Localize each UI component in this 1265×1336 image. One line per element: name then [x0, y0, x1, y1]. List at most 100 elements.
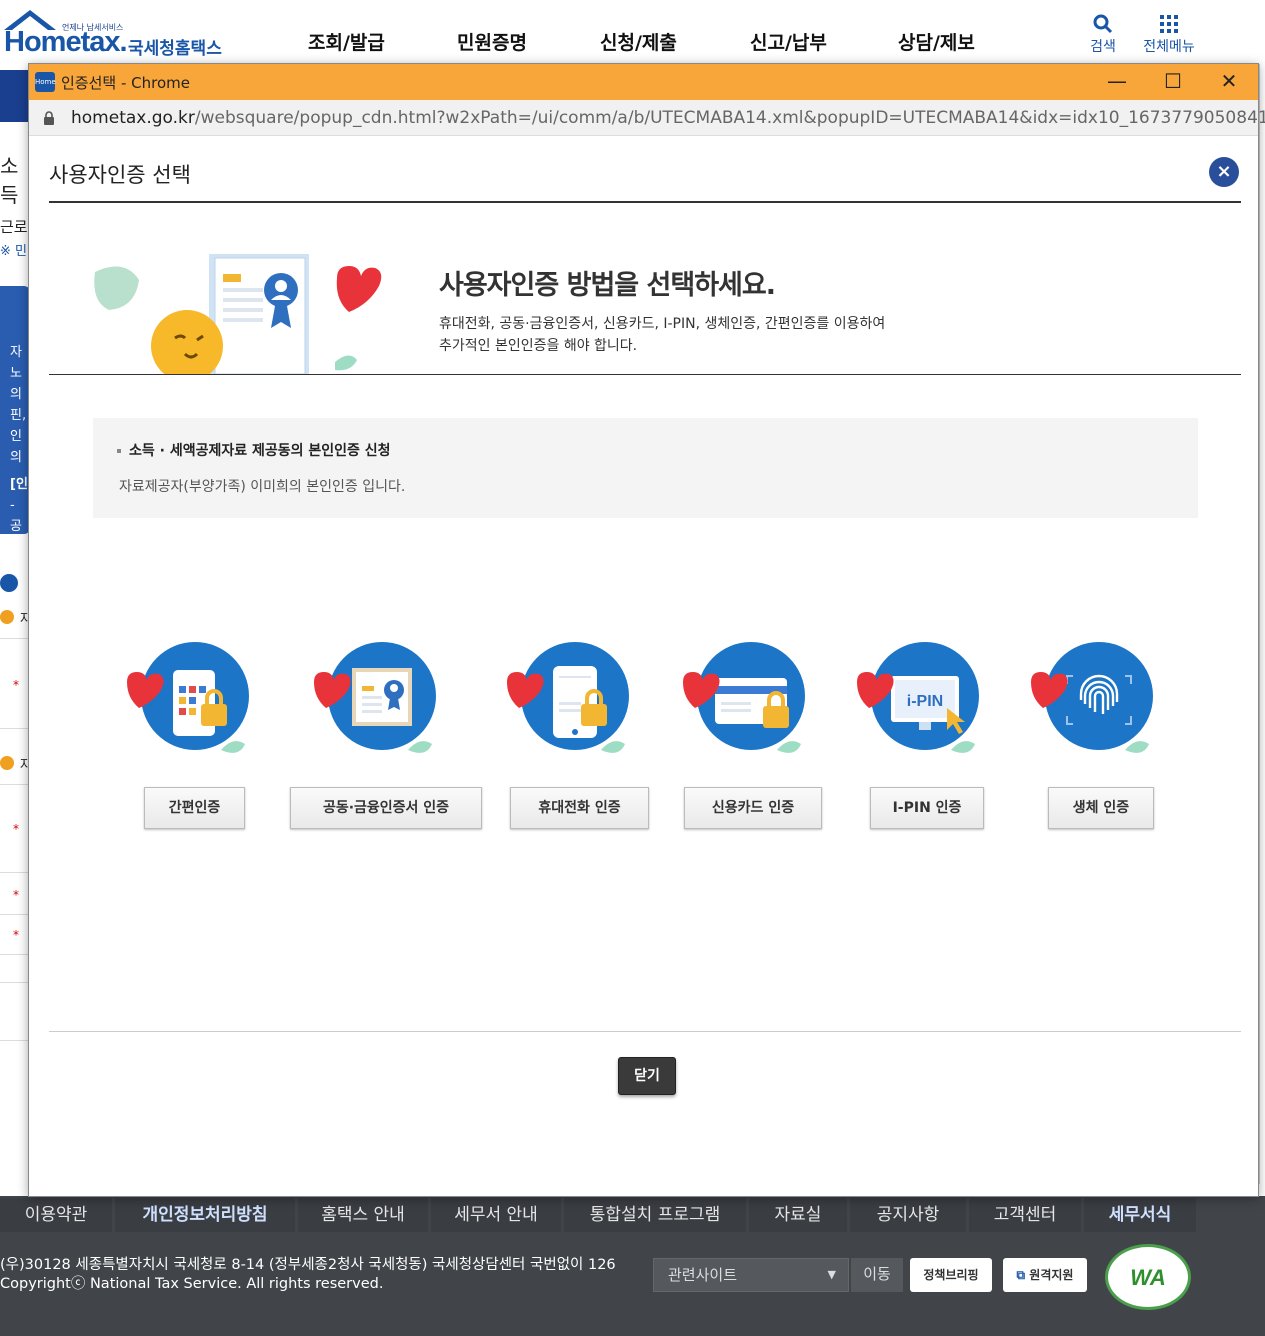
credit-card-lock-icon[interactable]	[681, 642, 811, 754]
info-title-text: 소득 · 세액공제자료 제공동의 본인인증 신청	[129, 443, 391, 459]
auth-banner-illustration	[94, 254, 382, 374]
popup-close-icon[interactable]: ×	[1209, 157, 1239, 187]
mobile-auth-button[interactable]: 휴대전화 인증	[510, 787, 649, 829]
info-title: 소득 · 세액공제자료 제공동의 본인인증 신청	[117, 440, 391, 460]
auth-description: 휴대전화, 공동·금융인증서, 신용카드, I-PIN, 생체인증, 간편인증를…	[439, 313, 885, 357]
close-button[interactable]: 닫기	[618, 1057, 676, 1095]
divider	[0, 784, 30, 785]
search-button[interactable]: 검색	[1084, 12, 1122, 56]
bg-box-line: 인	[10, 429, 22, 444]
mobile-phone-lock-icon[interactable]	[505, 642, 635, 754]
minimize-button[interactable]: —	[1089, 64, 1145, 100]
section-bullet-icon	[0, 610, 14, 624]
gnb-application[interactable]: 신청/제출	[600, 28, 677, 55]
allmenu-button[interactable]: 전체메뉴	[1138, 12, 1200, 56]
gnb-inquiry[interactable]: 조회/발급	[308, 28, 385, 55]
ipin-monitor-icon[interactable]: i-PIN	[855, 642, 985, 754]
bottom-divider	[49, 1031, 1241, 1032]
allmenu-label: 전체메뉴	[1143, 39, 1195, 55]
footer-privacy-link[interactable]: 개인정보처리방침	[115, 1198, 295, 1232]
related-sites-value: 관련사이트	[668, 1266, 738, 1284]
credit-card-auth-button[interactable]: 신용카드 인증	[684, 787, 822, 829]
address-bar[interactable]: hometax.go.kr/websquare/popup_cdn.html?w…	[29, 100, 1265, 136]
required-mark: *	[13, 888, 19, 902]
auth-description-line2: 추가적인 본인인증을 해야 합니다.	[439, 338, 638, 354]
footer-notice-link[interactable]: 공지사항	[850, 1198, 966, 1232]
bg-box-line: 의	[10, 450, 22, 465]
bg-box-line: 자노	[10, 345, 22, 381]
go-button[interactable]: 이동	[851, 1258, 903, 1292]
footer-forms-link[interactable]: 세무서식	[1084, 1198, 1196, 1232]
remote-support-button[interactable]: ⧉ 원격지원	[1003, 1258, 1087, 1292]
gnb-consult[interactable]: 상담/제보	[898, 28, 975, 55]
certificate-auth-button[interactable]: 공동·금융인증서 인증	[290, 787, 482, 829]
wa-certification-badge: WA	[1105, 1244, 1191, 1310]
wa-badge-text: WA	[1130, 1265, 1166, 1290]
footer-nav: 이용약관 개인정보처리방침 홈택스 안내 세무서 안내 통합설치 프로그램 자료…	[0, 1196, 1265, 1236]
url-text[interactable]: hometax.go.kr/websquare/popup_cdn.html?w…	[71, 108, 1265, 128]
caret-down-icon: ▼	[827, 1268, 836, 1281]
grid-menu-icon	[1160, 15, 1178, 33]
required-mark: *	[13, 678, 19, 692]
popup-title: 사용자인증 선택	[49, 163, 191, 187]
window-title: 인증선택 - Chrome	[61, 74, 190, 92]
divider	[0, 954, 30, 955]
section-bullet-icon	[0, 756, 14, 770]
auth-headline: 사용자인증 방법을 선택하세요.	[439, 270, 776, 301]
footer-library-link[interactable]: 자료실	[749, 1198, 847, 1232]
arrow-circle-icon	[0, 574, 18, 592]
gnb-filing[interactable]: 신고/납부	[750, 28, 827, 55]
certificate-icon[interactable]	[312, 642, 442, 754]
divider	[0, 728, 30, 729]
url-domain: hometax.go.kr	[71, 108, 195, 128]
divider	[0, 872, 30, 873]
maximize-button[interactable]: ☐	[1145, 64, 1201, 100]
window-close-button[interactable]: ✕	[1201, 64, 1257, 100]
bg-box-line: 의	[10, 387, 22, 402]
footer-customer-link[interactable]: 고객센터	[969, 1198, 1081, 1232]
bg-text-line1: 근로	[0, 218, 28, 236]
banner-divider	[49, 374, 1241, 375]
required-mark: *	[13, 928, 19, 942]
auth-popup-window: Home 인증선택 - Chrome — ☐ ✕ hometax.go.kr/w…	[28, 63, 1265, 1197]
footer-install-link[interactable]: 통합설치 프로그램	[564, 1198, 746, 1232]
footer-taxoffice-link[interactable]: 세무서 안내	[431, 1198, 561, 1232]
divider	[0, 1040, 30, 1041]
window-titlebar[interactable]: Home 인증선택 - Chrome — ☐ ✕	[29, 64, 1258, 100]
phone-apps-lock-icon[interactable]	[125, 642, 255, 754]
hometax-favicon-icon: Home	[35, 72, 56, 92]
footer-address: (우)30128 세종특별자치시 국세청로 8-14 (정부세종2청사 국세청동…	[0, 1257, 616, 1273]
ipin-text: i-PIN	[907, 693, 943, 710]
info-box: 소득 · 세액공제자료 제공동의 본인인증 신청 자료제공자(부양가족) 이미희…	[93, 418, 1198, 518]
url-path: /websquare/popup_cdn.html?w2xPath=/ui/co…	[194, 108, 1265, 128]
logo-wordmark: Hometax.	[4, 26, 128, 58]
related-sites-select[interactable]: 관련사이트 ▼	[653, 1258, 849, 1292]
divider	[0, 638, 30, 639]
bg-page-title: 소득	[0, 154, 19, 207]
footer: (우)30128 세종특별자치시 국세청로 8-14 (정부세종2청사 국세청동…	[0, 1236, 1265, 1336]
ipin-auth-button[interactable]: I-PIN 인증	[870, 787, 984, 829]
popup-content: 사용자인증 선택 × 사용자인증 방법을 선택하세요. 휴대전화, 공동·금융인…	[29, 137, 1258, 1196]
lock-icon	[44, 111, 54, 125]
gnb-certificates[interactable]: 민원증명	[457, 28, 527, 55]
policy-briefing-button[interactable]: 정책브리핑	[910, 1258, 992, 1292]
simple-auth-button[interactable]: 간편인증	[144, 787, 245, 829]
bullet-icon	[117, 449, 121, 453]
fingerprint-icon[interactable]	[1029, 642, 1159, 754]
footer-copyright: Copyrightⓒ National Tax Service. All rig…	[0, 1276, 384, 1292]
footer-hometax-guide-link[interactable]: 홈택스 안내	[298, 1198, 428, 1232]
remote-icon: ⧉	[1016, 1268, 1026, 1282]
nav-bar	[0, 70, 30, 122]
bg-box-bold: [인	[10, 477, 28, 492]
bg-info-box: 자노 의 핀, 인 의 [인 - 공	[0, 286, 30, 534]
divider	[0, 982, 30, 983]
bg-box-dash: - 공	[10, 498, 22, 534]
search-icon	[1093, 14, 1113, 34]
info-description: 자료제공자(부양가족) 이미희의 본인인증 입니다.	[119, 479, 406, 495]
bg-box-line: 핀,	[10, 408, 27, 423]
hometax-logo[interactable]: 언제나 납세서비스 Hometax. 국세청홈택스	[0, 8, 230, 59]
required-mark: *	[13, 822, 19, 836]
biometric-auth-button[interactable]: 생체 인증	[1048, 787, 1154, 829]
footer-terms-link[interactable]: 이용약관	[0, 1198, 112, 1232]
site-header: 언제나 납세서비스 Hometax. 국세청홈택스 조회/발급 민원증명 신청/…	[0, 0, 1265, 64]
